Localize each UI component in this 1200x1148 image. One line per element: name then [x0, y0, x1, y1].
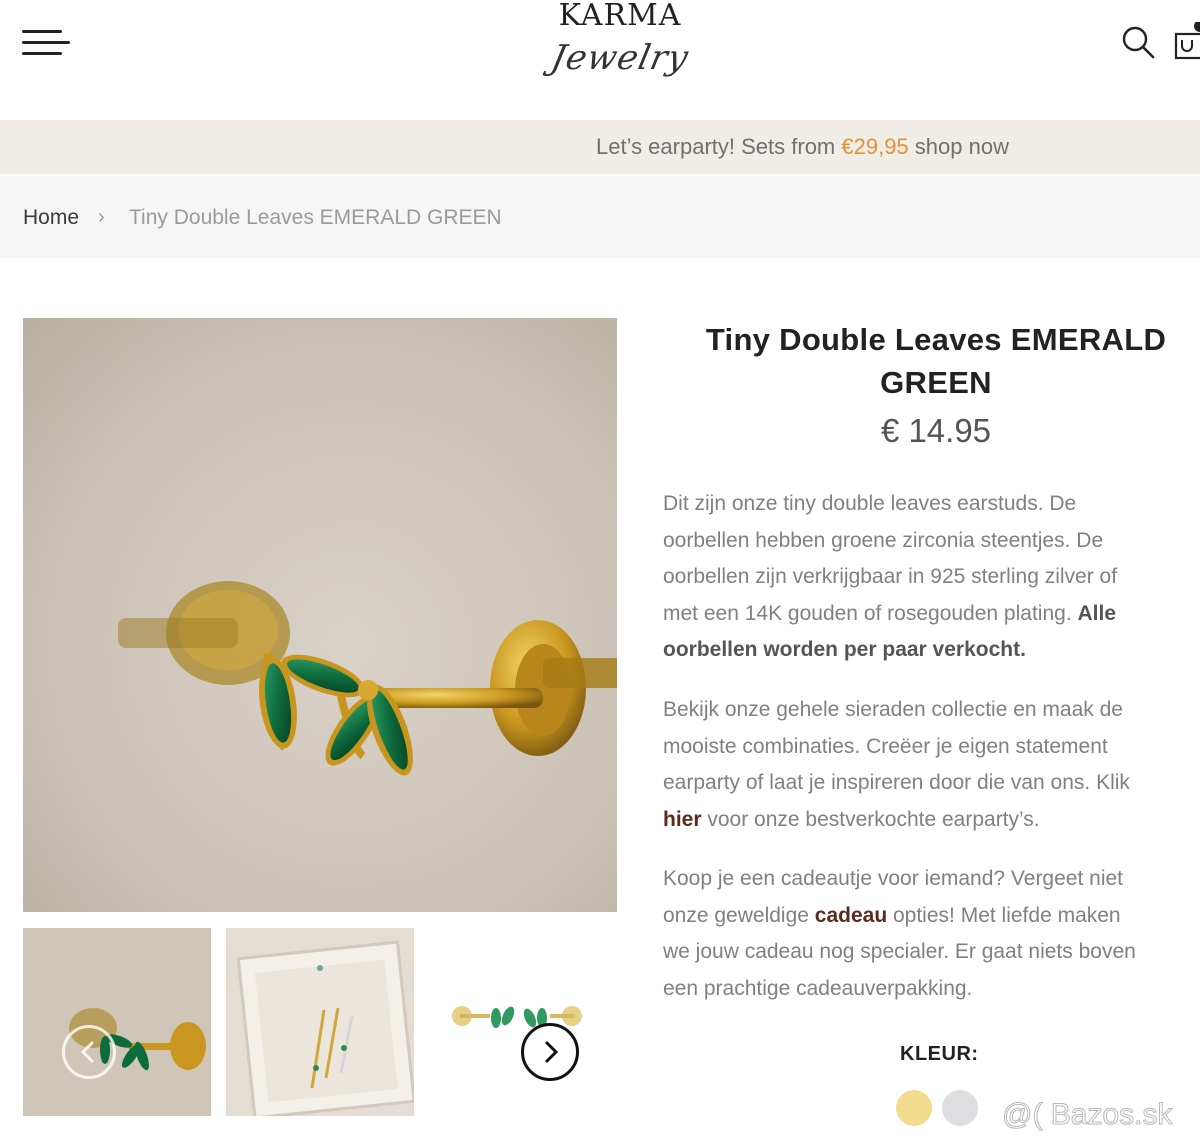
description-line: hier voor onze bestverkochte earparty’s.: [663, 802, 1200, 839]
product-description-p2: Bekijk onze gehele sieraden collectie en…: [663, 692, 1200, 838]
description-line: onze geweldige cadeau opties! Met liefde…: [663, 898, 1200, 935]
bestsellers-link[interactable]: hier: [663, 808, 702, 831]
product-description-p3: Koop je een cadeautje voor iemand? Verge…: [663, 861, 1200, 1007]
description-line: mooiste combinaties. Creëer je eigen sta…: [663, 734, 1108, 758]
description-line: earparty of laat je inspireren door die …: [663, 771, 1130, 795]
product-main-image[interactable]: [23, 318, 617, 912]
breadcrumb-separator-icon: ›: [98, 206, 105, 228]
chevron-right-icon: [544, 1040, 559, 1064]
gallery-prev-button[interactable]: [62, 1025, 116, 1079]
description-bold: oorbellen worden per paar verkocht.: [663, 638, 1026, 662]
promo-bar[interactable]: Let’s earparty! Sets from €29,95 shop no…: [0, 120, 1200, 174]
product-description-p1: Dit zijn onze tiny double leaves earstud…: [663, 486, 1200, 669]
description-line: Koop je een cadeautje voor iemand? Verge…: [663, 867, 1124, 890]
description-line: oorbellen worden per paar verkocht.: [663, 632, 1200, 669]
breadcrumb: Home › Tiny Double Leaves EMERALD GREEN: [0, 176, 1200, 258]
cart-icon[interactable]: [1172, 20, 1200, 62]
color-swatch-gold[interactable]: [896, 1090, 932, 1126]
product-title: Tiny Double Leaves EMERALD GREEN: [705, 322, 1167, 400]
color-swatch-silver[interactable]: [942, 1090, 978, 1126]
site-header: KARMA Jewelry: [0, 0, 1200, 120]
breadcrumb-home[interactable]: Home: [23, 206, 79, 230]
thumbnail-2[interactable]: [226, 928, 414, 1116]
chevron-left-icon: [80, 1040, 95, 1064]
description-text: voor onze bestverkochte earparty’s.: [701, 807, 1040, 831]
thumbnail-1[interactable]: [23, 928, 211, 1116]
color-label: KLEUR:: [900, 1043, 979, 1065]
description-bold: Alle: [1077, 601, 1116, 625]
promo-text-after: shop now: [908, 134, 1009, 159]
description-text: met een 14K gouden of rosegouden plating…: [663, 601, 1078, 625]
promo-text-before: Let’s earparty! Sets from: [596, 134, 842, 159]
description-line: Bekijk onze gehele sieraden collectie en…: [663, 698, 1123, 721]
breadcrumb-current: Tiny Double Leaves EMERALD GREEN: [129, 206, 502, 229]
product-price: € 14.95: [880, 412, 992, 449]
thumbnail-3[interactable]: [430, 928, 618, 1116]
gift-link[interactable]: cadeau: [815, 904, 887, 927]
description-line: we jouw cadeau nog specialer. Er gaat ni…: [663, 940, 1136, 964]
gallery-next-button[interactable]: [521, 1023, 579, 1081]
description-line: oorbellen zijn verkrijgbaar in 925 sterl…: [663, 565, 1118, 589]
description-line: Dit zijn onze tiny double leaves earstud…: [663, 492, 1077, 515]
promo-price: €29,95: [841, 134, 909, 159]
description-text: opties! Met liefde maken: [887, 903, 1121, 927]
logo-wordmark: KARMA: [558, 0, 682, 33]
karma-jewelry-logo[interactable]: KARMA Jewelry: [540, 0, 700, 96]
bazos-watermark: @( Bazos.sk: [1002, 1098, 1173, 1132]
hamburger-icon[interactable]: [22, 28, 70, 58]
search-icon[interactable]: [1120, 24, 1156, 60]
promo-text[interactable]: Let’s earparty! Sets from €29,95 shop no…: [596, 134, 1009, 160]
logo-script: Jewelry: [547, 38, 693, 78]
description-line: met een 14K gouden of rosegouden plating…: [663, 596, 1200, 633]
description-line: een prachtige cadeauverpakking.: [663, 976, 973, 1000]
description-line: oorbellen hebben groene zirconia steentj…: [663, 528, 1104, 552]
description-text: onze geweldige: [663, 903, 815, 927]
